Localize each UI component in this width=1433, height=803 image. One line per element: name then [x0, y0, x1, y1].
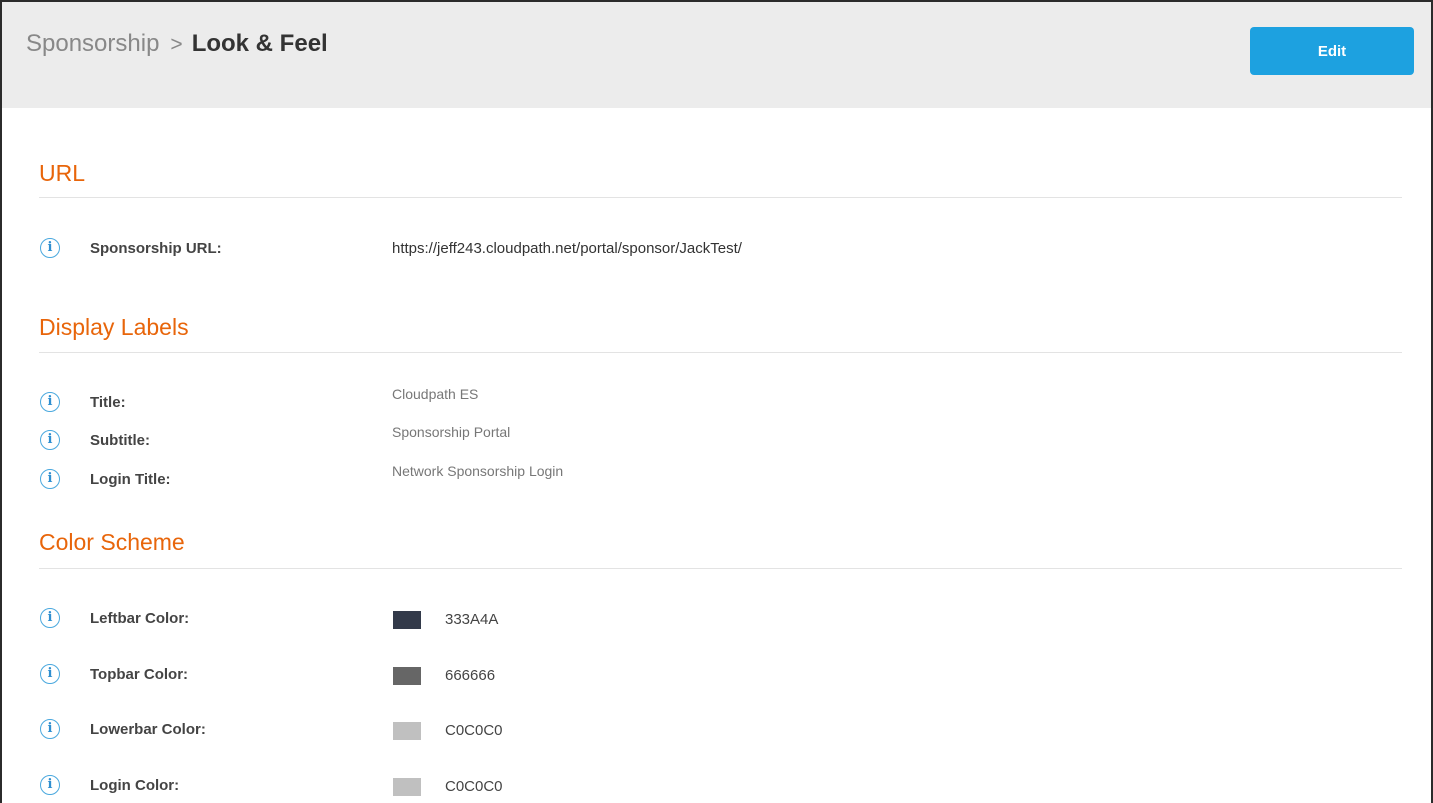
info-icon[interactable]: i [40, 664, 60, 684]
section-title-color-scheme: Color Scheme [39, 529, 185, 555]
info-icon[interactable]: i [40, 775, 60, 795]
title-value: Cloudpath ES [392, 386, 479, 402]
breadcrumb-current: Look & Feel [191, 30, 328, 57]
subtitle-value: Sponsorship Portal [392, 424, 511, 440]
sponsorship-url-label: Sponsorship URL: [90, 240, 222, 257]
login-color-hex: C0C0C0 [445, 778, 503, 795]
section-divider [39, 568, 1402, 569]
login-color-label: Login Color: [90, 777, 180, 794]
lowerbar-color-swatch [393, 722, 421, 740]
topbar-color-hex: 666666 [445, 667, 496, 684]
sponsorship-url-row: i Sponsorship URL: https://jeff243.cloud… [2, 238, 1431, 262]
lowerbar-color-label: Lowerbar Color: [90, 721, 206, 738]
login-title-label: Login Title: [90, 471, 171, 488]
info-icon[interactable]: i [40, 430, 60, 450]
leftbar-color-swatch [393, 611, 421, 629]
login-color-swatch [393, 778, 421, 796]
login-title-value: Network Sponsorship Login [392, 463, 564, 479]
sponsorship-url-value: https://jeff243.cloudpath.net/portal/spo… [392, 240, 742, 257]
title-label: Title: [90, 394, 126, 411]
info-icon[interactable]: i [40, 469, 60, 489]
topbar-color-label: Topbar Color: [90, 666, 189, 683]
lowerbar-color-hex: C0C0C0 [445, 722, 503, 739]
breadcrumb-separator: > [170, 33, 183, 56]
leftbar-color-label: Leftbar Color: [90, 610, 190, 627]
info-icon[interactable]: i [40, 238, 60, 258]
leftbar-color-row: i Leftbar Color: 333A4A [2, 608, 1431, 632]
info-icon[interactable]: i [40, 608, 60, 628]
topbar-color-swatch [393, 667, 421, 685]
page-header: Sponsorship > Look & Feel Edit [2, 2, 1431, 108]
info-icon[interactable]: i [40, 392, 60, 412]
subtitle-label: Subtitle: [90, 432, 150, 449]
edit-button[interactable]: Edit [1250, 27, 1414, 75]
subtitle-row: i Subtitle: Sponsorship Portal [2, 424, 1431, 454]
login-title-row: i Login Title: Network Sponsorship Login [2, 463, 1431, 493]
look-and-feel-page: Sponsorship > Look & Feel Edit URL i Spons… [0, 0, 1433, 803]
section-title-display-labels: Display Labels [39, 314, 189, 340]
lowerbar-color-row: i Lowerbar Color: C0C0C0 [2, 719, 1431, 743]
title-row: i Title: Cloudpath ES [2, 386, 1431, 416]
breadcrumb-parent[interactable]: Sponsorship [26, 30, 159, 57]
info-icon[interactable]: i [40, 719, 60, 739]
leftbar-color-hex: 333A4A [445, 611, 499, 628]
login-color-row: i Login Color: C0C0C0 [2, 775, 1431, 799]
section-title-url: URL [39, 160, 86, 186]
breadcrumb: Sponsorship > Look & Feel [26, 30, 328, 58]
section-divider [39, 197, 1402, 198]
topbar-color-row: i Topbar Color: 666666 [2, 664, 1431, 688]
section-divider [39, 352, 1402, 353]
